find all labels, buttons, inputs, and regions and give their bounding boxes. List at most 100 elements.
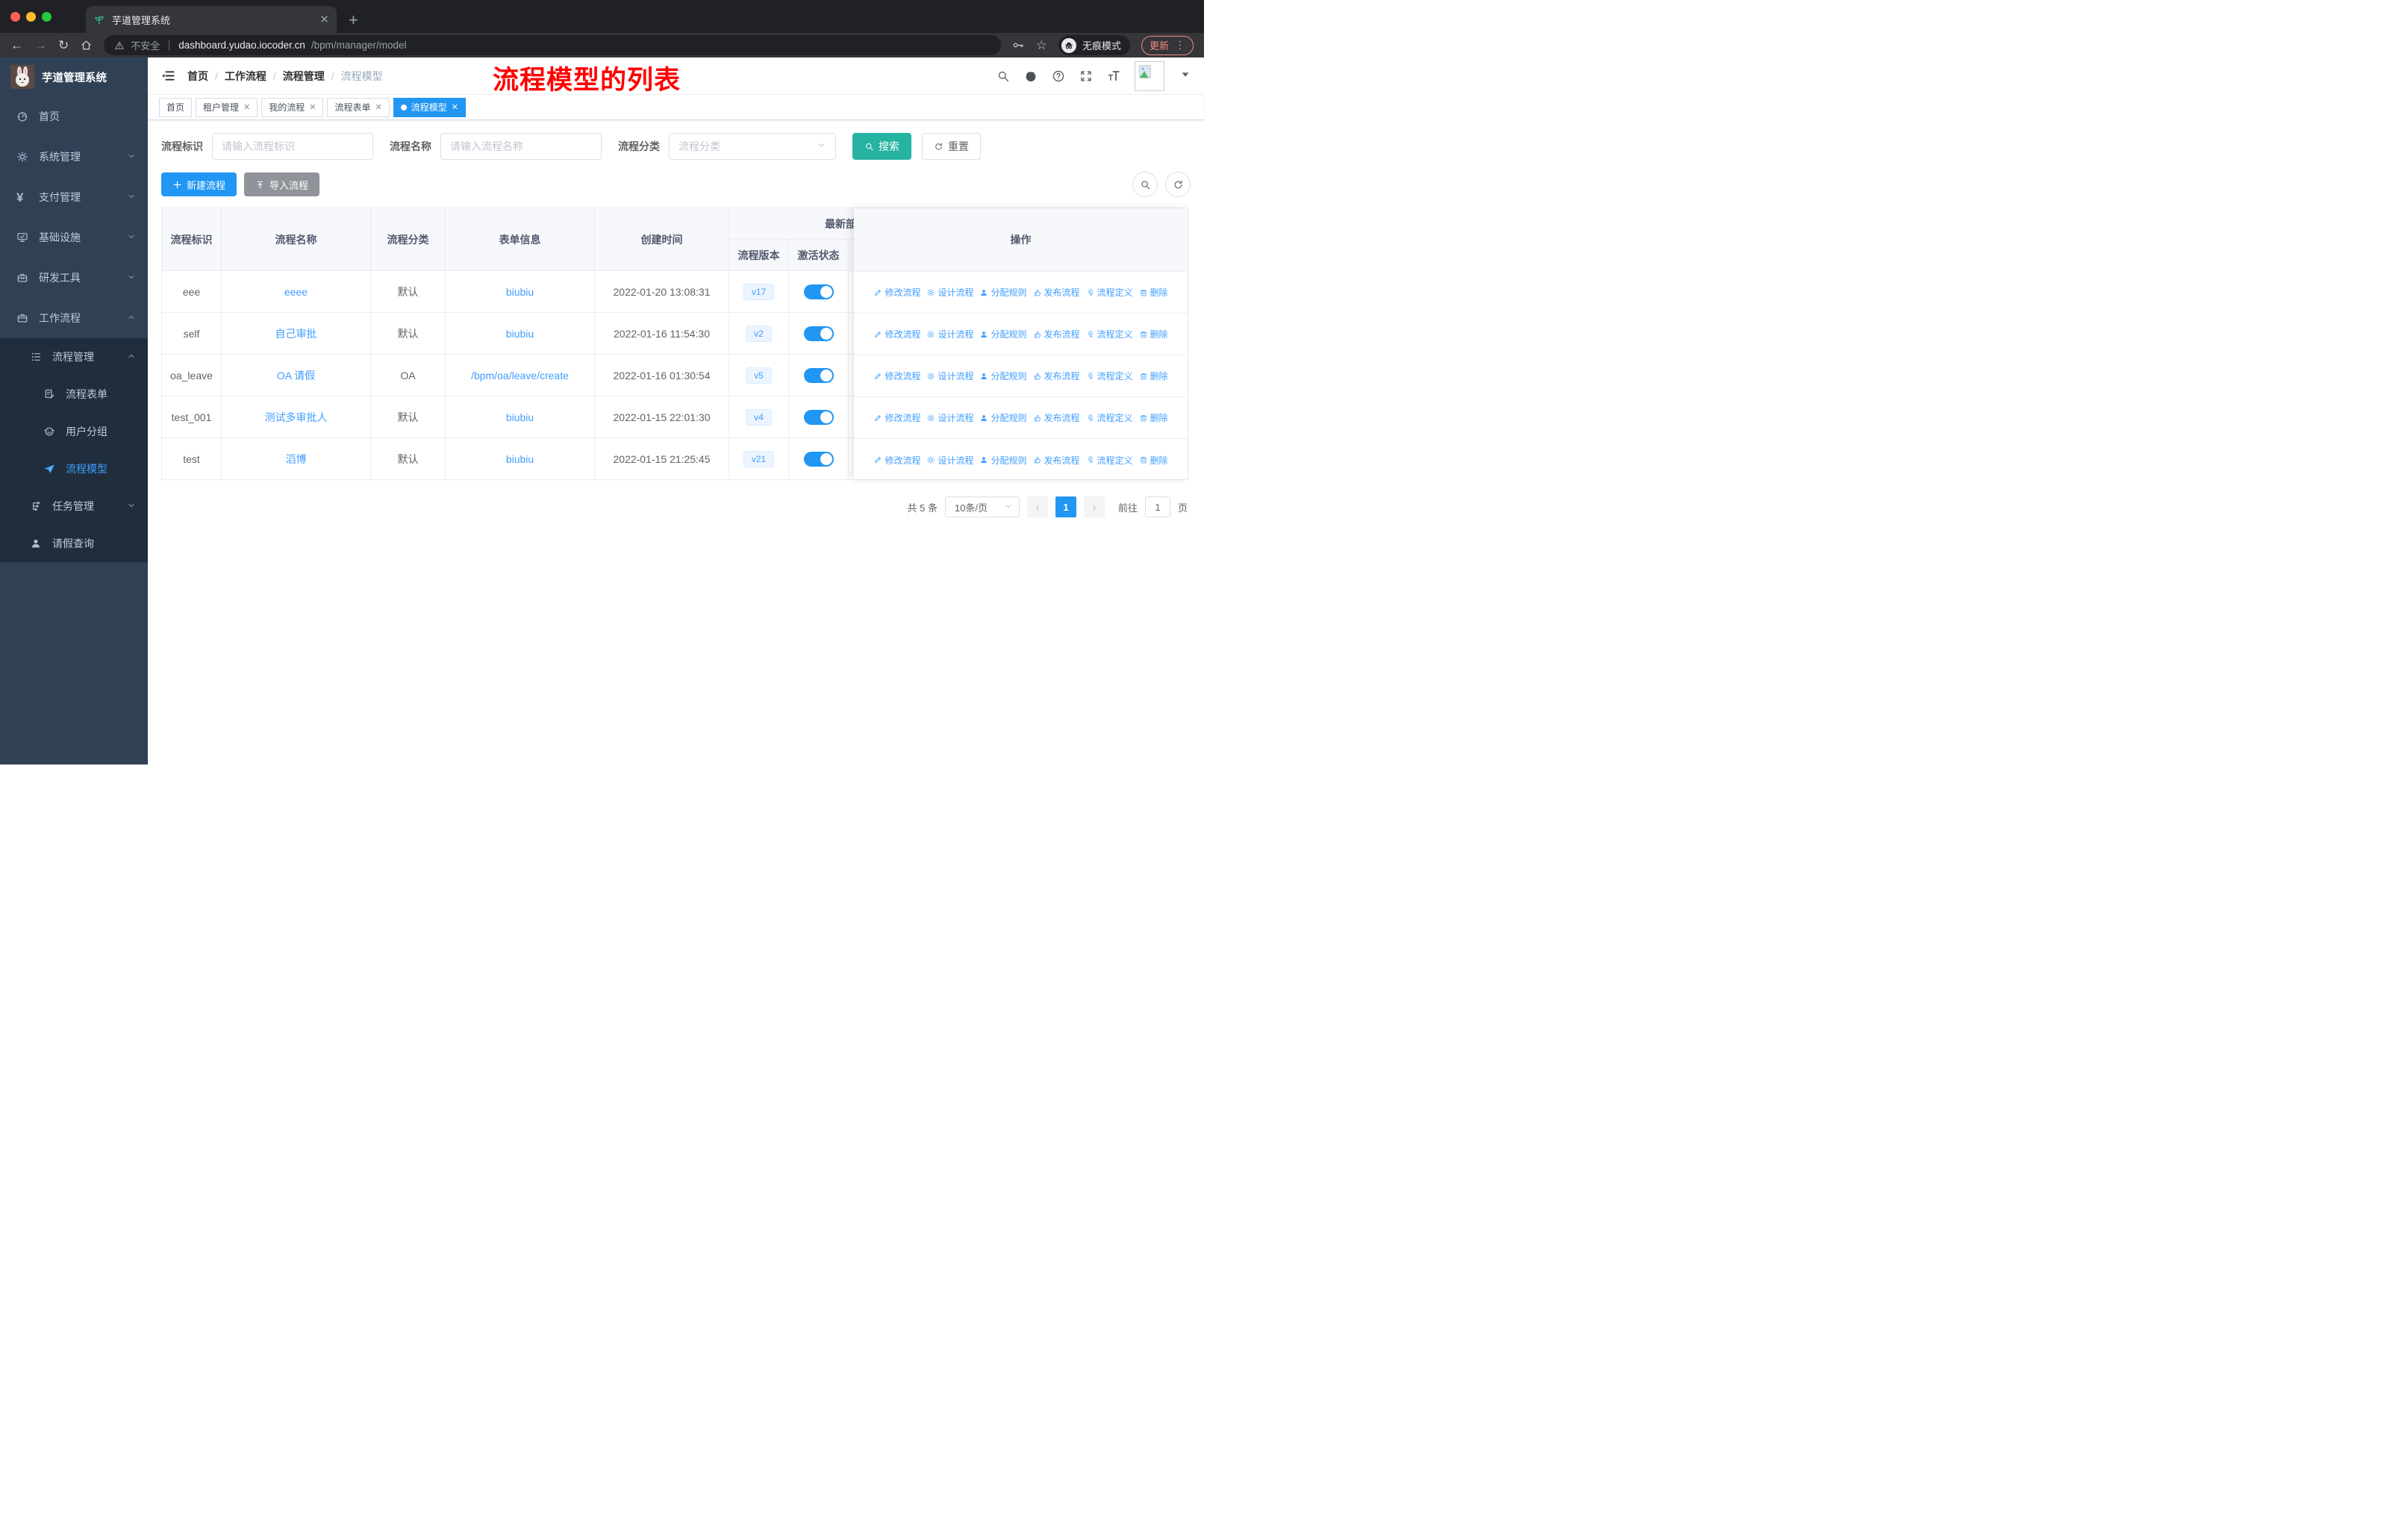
- home-icon[interactable]: [80, 39, 93, 52]
- github-icon[interactable]: [1024, 69, 1038, 83]
- sidebar-item-leave-query[interactable]: 请假查询: [0, 525, 148, 562]
- prev-page-button[interactable]: ‹: [1026, 496, 1048, 517]
- window-close-button[interactable]: [10, 11, 20, 22]
- back-icon[interactable]: ←: [10, 39, 23, 52]
- browser-menu-icon[interactable]: ⋮: [1175, 39, 1185, 52]
- active-toggle[interactable]: [803, 284, 834, 299]
- process-name-link[interactable]: 自己审批: [275, 328, 317, 340]
- tab-tenant[interactable]: 租户管理 ✕: [196, 97, 258, 117]
- active-toggle[interactable]: [803, 409, 834, 425]
- tab-close-icon[interactable]: ✕: [243, 102, 250, 112]
- user-avatar[interactable]: [1135, 60, 1164, 91]
- sidebar-item-devtools[interactable]: 研发工具: [0, 258, 148, 298]
- process-name-link[interactable]: 滔博: [286, 453, 307, 465]
- forward-icon[interactable]: →: [34, 39, 47, 52]
- assign-rule-link[interactable]: 分配规则: [979, 411, 1027, 424]
- active-toggle[interactable]: [803, 451, 834, 467]
- design-process-link[interactable]: 设计流程: [926, 411, 973, 424]
- tab-close-icon[interactable]: ✕: [452, 102, 458, 112]
- import-process-button[interactable]: 导入流程: [244, 172, 320, 196]
- process-definition-link[interactable]: 流程定义: [1086, 370, 1133, 382]
- breadcrumb-workflow[interactable]: 工作流程: [225, 69, 266, 84]
- tab-process-model[interactable]: 流程模型 ✕: [393, 97, 466, 117]
- edit-process-link[interactable]: 修改流程: [873, 411, 920, 424]
- font-size-icon[interactable]: [1107, 69, 1120, 83]
- process-name-link[interactable]: OA 请假: [277, 370, 315, 382]
- edit-process-link[interactable]: 修改流程: [873, 370, 920, 382]
- show-search-toggle-button[interactable]: [1132, 172, 1158, 197]
- process-name-link[interactable]: eeee: [284, 286, 308, 298]
- process-definition-link[interactable]: 流程定义: [1086, 411, 1133, 424]
- address-bar[interactable]: 不安全 dashboard.yudao.iocoder.cn/bpm/manag…: [104, 35, 1001, 55]
- active-toggle[interactable]: [803, 326, 834, 341]
- design-process-link[interactable]: 设计流程: [926, 328, 973, 340]
- next-page-button[interactable]: ›: [1083, 496, 1105, 517]
- delete-link[interactable]: 删除: [1139, 370, 1168, 382]
- delete-link[interactable]: 删除: [1139, 328, 1168, 340]
- page-size-select[interactable]: 10条/页: [944, 496, 1020, 517]
- browser-tab[interactable]: 芋道管理系统 ✕: [86, 6, 337, 33]
- sidebar-item-user-group[interactable]: 用户分组: [0, 413, 148, 450]
- process-definition-link[interactable]: 流程定义: [1086, 328, 1133, 340]
- sidebar-item-system[interactable]: 系统管理: [0, 137, 148, 177]
- process-id-input[interactable]: 请输入流程标识: [212, 133, 373, 160]
- search-button[interactable]: 搜索: [852, 133, 911, 160]
- breadcrumb-process-management[interactable]: 流程管理: [283, 69, 325, 84]
- edit-process-link[interactable]: 修改流程: [873, 328, 920, 340]
- window-minimize-button[interactable]: [26, 11, 36, 22]
- sidebar-item-process-model[interactable]: 流程模型: [0, 450, 148, 488]
- window-controls[interactable]: [10, 0, 52, 33]
- design-process-link[interactable]: 设计流程: [926, 454, 973, 467]
- version-tag[interactable]: v4: [746, 408, 772, 426]
- process-name-link[interactable]: 测试多审批人: [265, 411, 328, 423]
- assign-rule-link[interactable]: 分配规则: [979, 370, 1027, 382]
- breadcrumb-home[interactable]: 首页: [187, 69, 208, 84]
- design-process-link[interactable]: 设计流程: [926, 286, 973, 299]
- new-process-button[interactable]: 新建流程: [161, 172, 237, 196]
- tab-process-form[interactable]: 流程表单 ✕: [327, 97, 390, 117]
- goto-page-input[interactable]: 1: [1144, 496, 1170, 517]
- sidebar-item-task-management[interactable]: 任务管理: [0, 488, 148, 525]
- assign-rule-link[interactable]: 分配规则: [979, 454, 1027, 467]
- publish-process-link[interactable]: 发布流程: [1033, 411, 1080, 424]
- publish-process-link[interactable]: 发布流程: [1033, 370, 1080, 382]
- assign-rule-link[interactable]: 分配规则: [979, 286, 1027, 299]
- form-info-link[interactable]: biubiu: [506, 286, 534, 298]
- version-tag[interactable]: v5: [746, 367, 772, 384]
- sidebar-collapse-icon[interactable]: [161, 69, 175, 83]
- process-name-input[interactable]: 请输入流程名称: [440, 133, 602, 160]
- key-icon[interactable]: [1012, 39, 1025, 52]
- sidebar-item-process-form[interactable]: 流程表单: [0, 376, 148, 413]
- publish-process-link[interactable]: 发布流程: [1033, 286, 1080, 299]
- form-info-link[interactable]: biubiu: [506, 411, 534, 423]
- sidebar-item-process-management[interactable]: 流程管理: [0, 338, 148, 376]
- window-zoom-button[interactable]: [42, 11, 52, 22]
- sidebar-item-payment[interactable]: ¥ 支付管理: [0, 177, 148, 217]
- design-process-link[interactable]: 设计流程: [926, 370, 973, 382]
- tab-my-process[interactable]: 我的流程 ✕: [261, 97, 324, 117]
- active-toggle[interactable]: [803, 367, 834, 383]
- assign-rule-link[interactable]: 分配规则: [979, 328, 1027, 340]
- version-tag[interactable]: v17: [743, 283, 775, 300]
- new-tab-button[interactable]: +: [349, 12, 358, 28]
- page-number-current[interactable]: 1: [1055, 496, 1076, 517]
- form-info-link[interactable]: /bpm/oa/leave/create: [471, 370, 569, 382]
- delete-link[interactable]: 删除: [1139, 286, 1168, 299]
- delete-link[interactable]: 删除: [1139, 454, 1168, 467]
- process-definition-link[interactable]: 流程定义: [1086, 286, 1133, 299]
- edit-process-link[interactable]: 修改流程: [873, 286, 920, 299]
- help-icon[interactable]: [1052, 69, 1065, 83]
- sidebar-item-home[interactable]: 首页: [0, 96, 148, 137]
- publish-process-link[interactable]: 发布流程: [1033, 454, 1080, 467]
- version-tag[interactable]: v2: [746, 325, 772, 342]
- tab-close-icon[interactable]: ✕: [375, 102, 382, 112]
- bookmark-star-icon[interactable]: ☆: [1036, 39, 1047, 52]
- delete-link[interactable]: 删除: [1139, 411, 1168, 424]
- reload-icon[interactable]: ↻: [58, 39, 69, 52]
- tab-close-icon[interactable]: ✕: [319, 14, 329, 25]
- reset-button[interactable]: 重置: [922, 133, 981, 160]
- process-category-select[interactable]: 流程分类: [669, 133, 836, 160]
- edit-process-link[interactable]: 修改流程: [873, 454, 920, 467]
- fullscreen-icon[interactable]: [1079, 69, 1093, 83]
- update-button[interactable]: 更新 ⋮: [1141, 35, 1194, 55]
